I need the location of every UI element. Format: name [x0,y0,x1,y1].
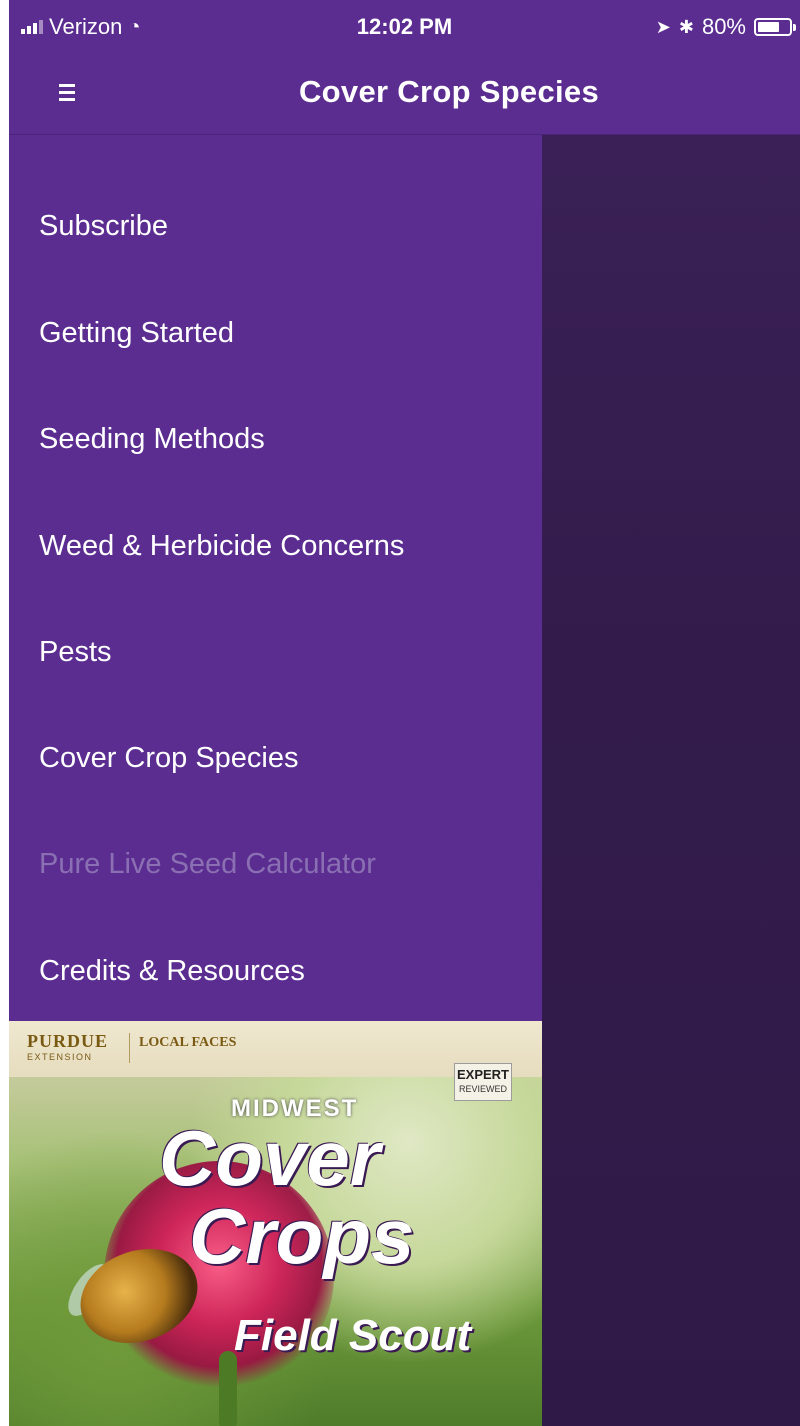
battery-percent: 80% [701,14,746,39]
field-scout-banner[interactable]: PURDUE EXTENSION LOCAL FACES EXPERT REVI… [9,1021,542,1426]
purdue-logo-text: PURDUE [27,1031,108,1051]
expert-reviewed-badge: EXPERT REVIEWED [454,1063,512,1101]
side-drawer: Subscribe Getting Started Seeding Method… [9,135,542,1426]
status-bar: Verizon ◔ 12:02 PM ➤ ✱ 80% [9,0,800,54]
drawer-item-seeding-methods[interactable]: Seeding Methods [39,423,265,456]
banner-field-scout-text: Field Scout [234,1311,472,1360]
banner-crops-text: Crops [189,1192,415,1280]
location-arrow-icon: ➤ [655,16,671,37]
status-right: ➤ ✱ 80% [655,14,796,40]
hamburger-menu-button[interactable] [59,80,85,108]
drawer-item-pls-calculator: Pure Live Seed Calculator [39,848,376,880]
navigation-bar: Cover Crop Species [9,54,800,135]
content-dim-overlay[interactable] [542,135,800,1426]
extension-logo-text: EXTENSION [27,1052,93,1062]
bluetooth-icon: ✱ [678,16,694,37]
logo-divider [129,1033,130,1063]
flower-stem-image [219,1351,237,1426]
drawer-item-pests[interactable]: Pests [39,636,112,669]
drawer-item-weed-herbicide[interactable]: Weed & Herbicide Concerns [39,530,404,563]
badge-line-2: REVIEWED [458,1084,507,1094]
drawer-item-cover-crop-species[interactable]: Cover Crop Species [39,742,299,775]
local-faces-logo-text: LOCAL FACES [139,1035,237,1050]
app-screen: Verizon ◔ 12:02 PM ➤ ✱ 80% Cover Crop Sp… [9,0,800,1426]
badge-line-1: EXPERT [456,1067,509,1082]
page-title: Cover Crop Species [299,74,600,109]
drawer-item-credits-resources[interactable]: Credits & Resources [39,955,305,988]
drawer-item-getting-started[interactable]: Getting Started [39,317,234,350]
battery-icon [754,18,796,36]
drawer-item-subscribe[interactable]: Subscribe [39,210,168,243]
